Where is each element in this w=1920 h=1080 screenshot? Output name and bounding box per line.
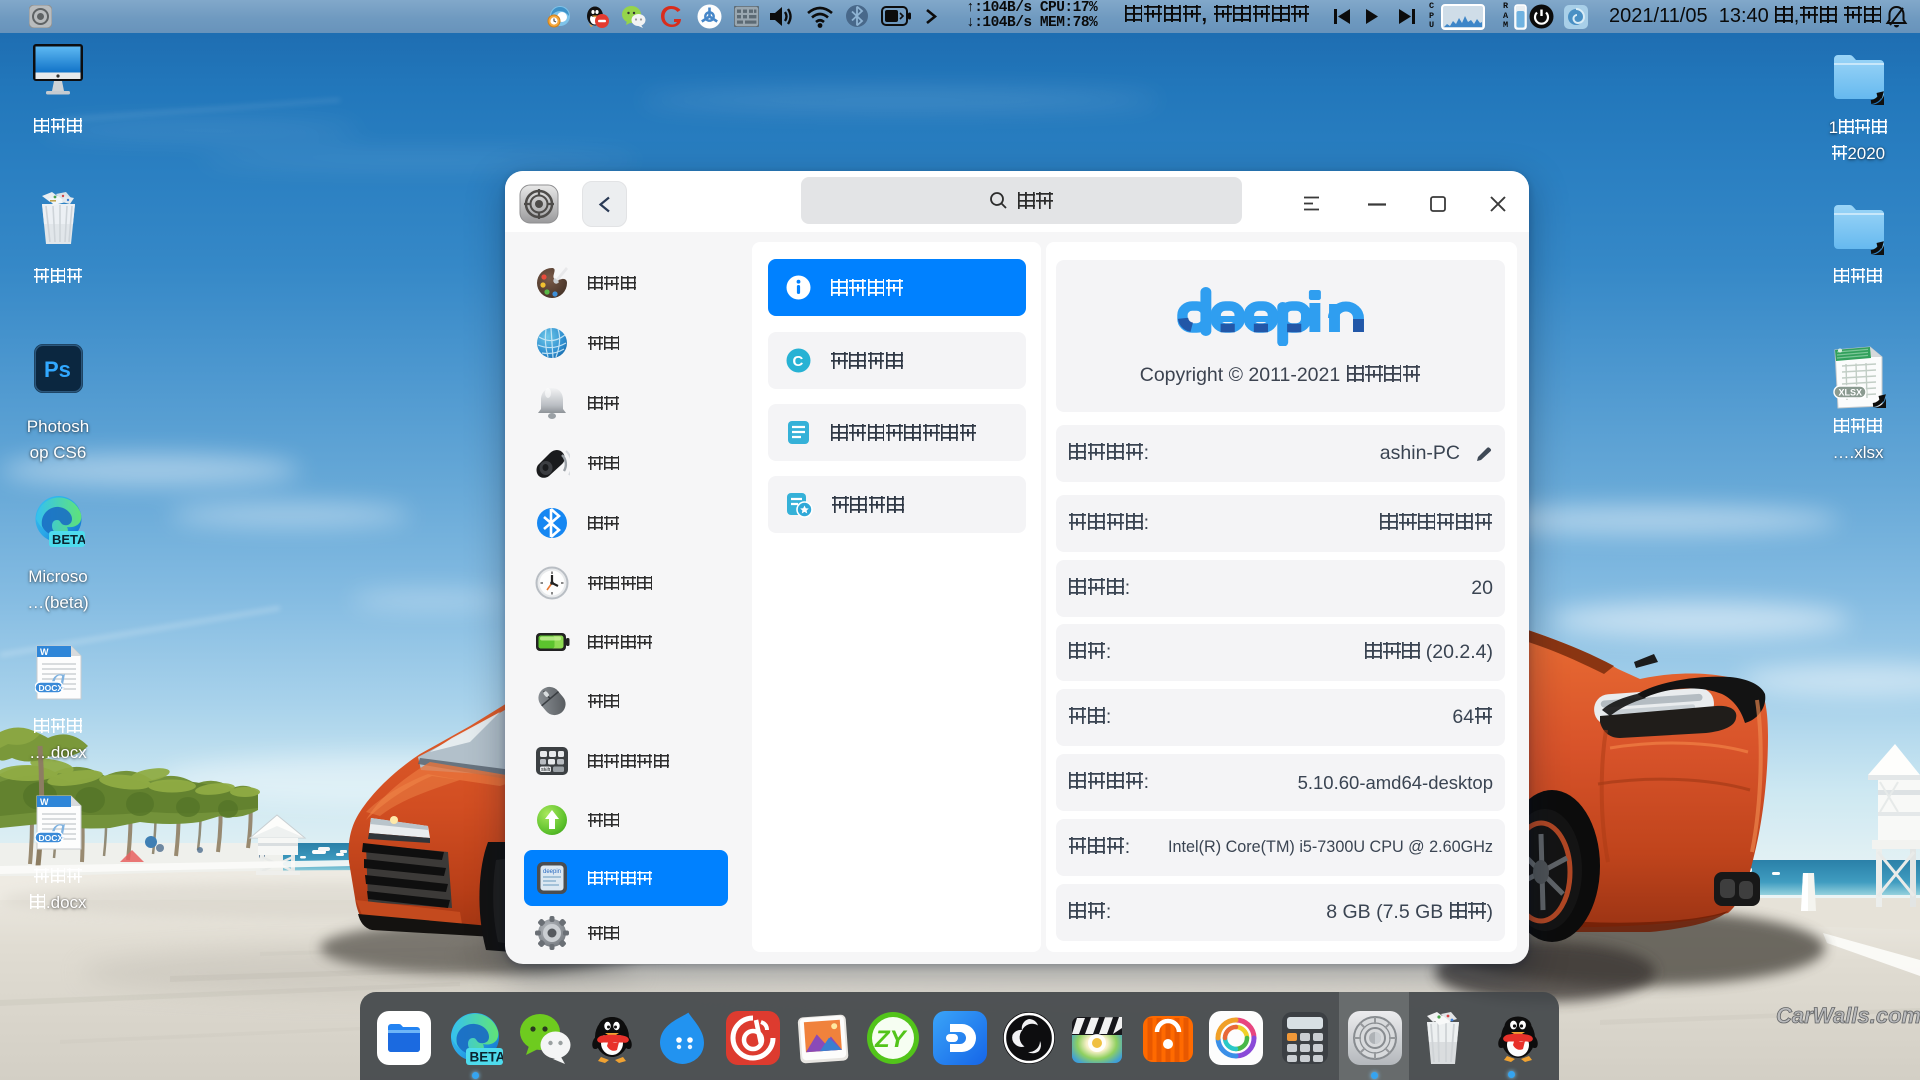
svg-text:Ps: Ps	[44, 357, 71, 382]
svg-text:DOCX: DOCX	[39, 683, 64, 693]
svg-text:W: W	[40, 647, 49, 657]
svg-text:deepin: deepin	[543, 869, 561, 875]
svg-text:XLSX: XLSX	[1839, 388, 1863, 398]
svg-text:Shift: Shift	[541, 767, 551, 772]
svg-text:BETA: BETA	[52, 532, 85, 547]
svg-text:BETA: BETA	[470, 1050, 504, 1065]
svg-text:C: C	[793, 353, 804, 370]
svg-text:DOCX: DOCX	[39, 833, 64, 843]
svg-text:ZY: ZY	[874, 1026, 908, 1053]
svg-text:CarWalls.com: CarWalls.com	[1776, 1003, 1920, 1028]
svg-text:W: W	[40, 797, 49, 807]
